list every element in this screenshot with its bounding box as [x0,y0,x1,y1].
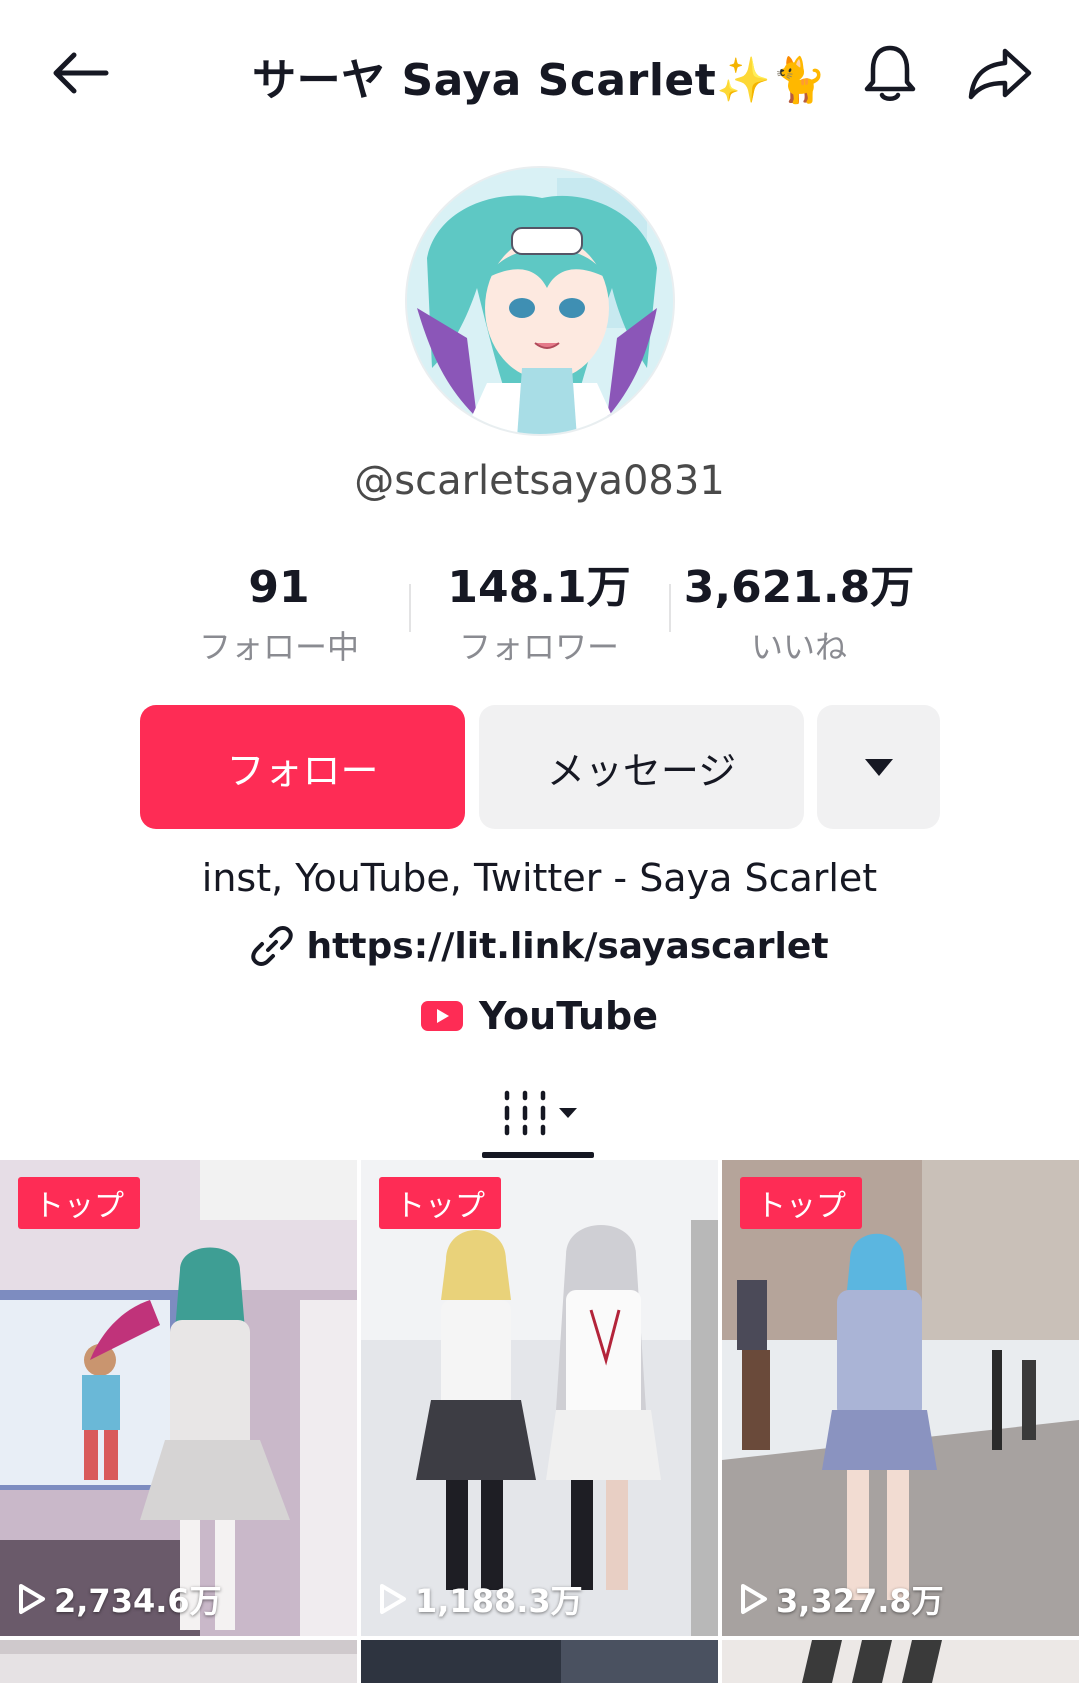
share-arrow-icon [968,48,1032,100]
share-button[interactable] [960,38,1040,108]
message-button[interactable]: メッセージ [479,705,804,829]
video-thumbnail-image [361,1160,718,1636]
view-count: 3,327.8万 [740,1576,944,1622]
more-options-button[interactable] [817,705,940,829]
top-badge: トップ [18,1177,140,1229]
likes-count: 3,621.8万 [683,562,915,613]
tab-videos[interactable] [482,1076,597,1150]
play-icon [741,1584,767,1614]
stat-followers[interactable]: 148.1万 フォロワー [419,560,659,668]
video-thumbnail[interactable] [361,1640,718,1683]
followers-label: フォロワー [458,628,619,666]
top-bar: サーヤ Saya Scarlet✨🐈 [0,0,1079,140]
following-count: 91 [248,562,310,613]
video-thumbnail-image [0,1160,357,1636]
view-count: 1,188.3万 [379,1576,583,1622]
caret-down-icon [864,759,893,776]
video-thumbnail-image [722,1160,1079,1636]
video-thumbnail-image [361,1640,718,1683]
link-icon [251,926,294,966]
stat-divider [409,584,411,632]
likes-label: いいね [750,628,847,666]
video-grid: トップ 2,734.6万 トップ 1,188.3万 トップ 3,327.8万 [0,1160,1079,1683]
avatar-illustration [407,168,673,434]
video-thumbnail[interactable] [0,1640,357,1683]
video-thumbnail-image [0,1640,357,1683]
top-badge: トップ [379,1177,501,1229]
video-thumbnail[interactable] [722,1640,1079,1683]
view-count-text: 3,327.8万 [776,1582,944,1620]
view-count-text: 2,734.6万 [54,1582,222,1620]
follow-button[interactable]: フォロー [140,705,465,829]
video-grid-icon [504,1090,545,1136]
play-icon [19,1584,45,1614]
view-count-text: 1,188.3万 [415,1582,583,1620]
caret-down-icon [558,1108,577,1118]
youtube-icon [421,1001,464,1031]
video-thumbnail[interactable]: トップ 1,188.3万 [361,1160,718,1636]
video-thumbnail[interactable]: トップ 3,327.8万 [722,1160,1079,1636]
followers-count: 148.1万 [447,562,631,613]
profile-stats: 91 フォロー中 148.1万 フォロワー 3,621.8万 いいね [0,560,1079,670]
bell-icon [864,45,916,101]
view-count: 2,734.6万 [18,1576,222,1622]
content-tabs [0,1070,1079,1160]
youtube-link[interactable]: YouTube [0,994,1079,1038]
stat-divider [669,584,671,632]
play-icon [380,1584,406,1614]
username-handle: @scarletsaya0831 [354,458,725,504]
youtube-label: YouTube [479,994,658,1038]
notification-button[interactable] [850,38,930,108]
tab-active-indicator [482,1152,594,1158]
stat-following[interactable]: 91 フォロー中 [159,560,399,668]
video-thumbnail-image [722,1640,1079,1683]
stat-likes: 3,621.8万 いいね [679,560,919,668]
profile-link[interactable]: https://lit.link/sayascarlet [0,924,1079,968]
video-thumbnail[interactable]: トップ 2,734.6万 [0,1160,357,1636]
profile-bio: inst, YouTube, Twitter - Saya Scarlet [201,856,878,900]
top-badge: トップ [740,1177,862,1229]
profile-link-text: https://lit.link/sayascarlet [306,925,829,967]
avatar[interactable] [405,166,675,436]
following-label: フォロー中 [198,628,359,666]
